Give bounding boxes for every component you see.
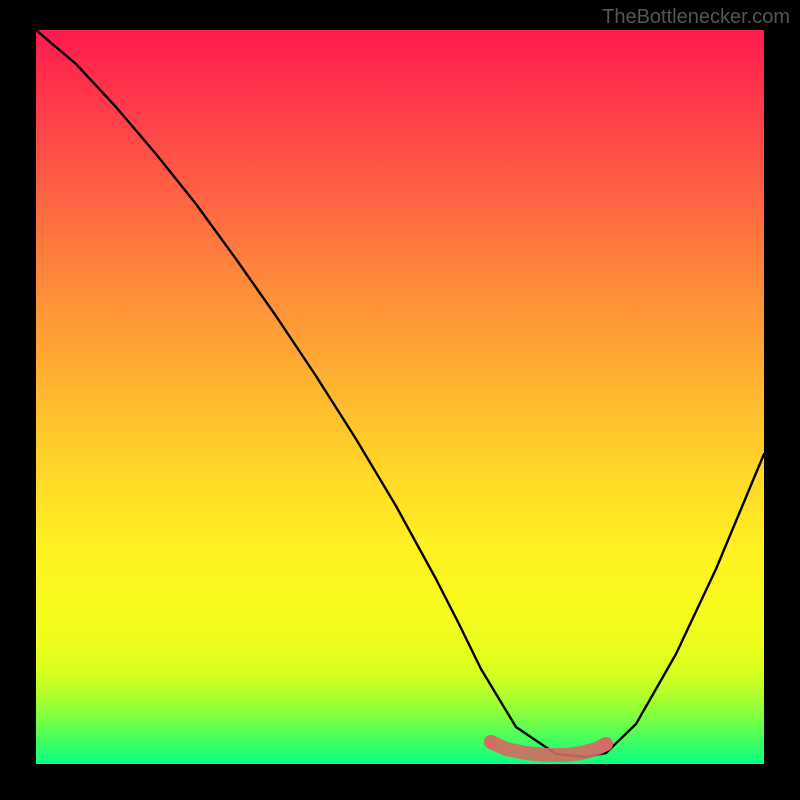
plot-area bbox=[36, 30, 764, 764]
curve-layer bbox=[36, 30, 764, 764]
bottleneck-curve bbox=[36, 30, 764, 757]
bottleneck-chart: TheBottlenecker.com bbox=[0, 0, 800, 800]
attribution-label: TheBottlenecker.com bbox=[602, 6, 790, 29]
optimal-band-start-dot bbox=[484, 735, 498, 749]
optimal-band-end-dot bbox=[599, 737, 613, 751]
optimal-band bbox=[491, 742, 606, 755]
